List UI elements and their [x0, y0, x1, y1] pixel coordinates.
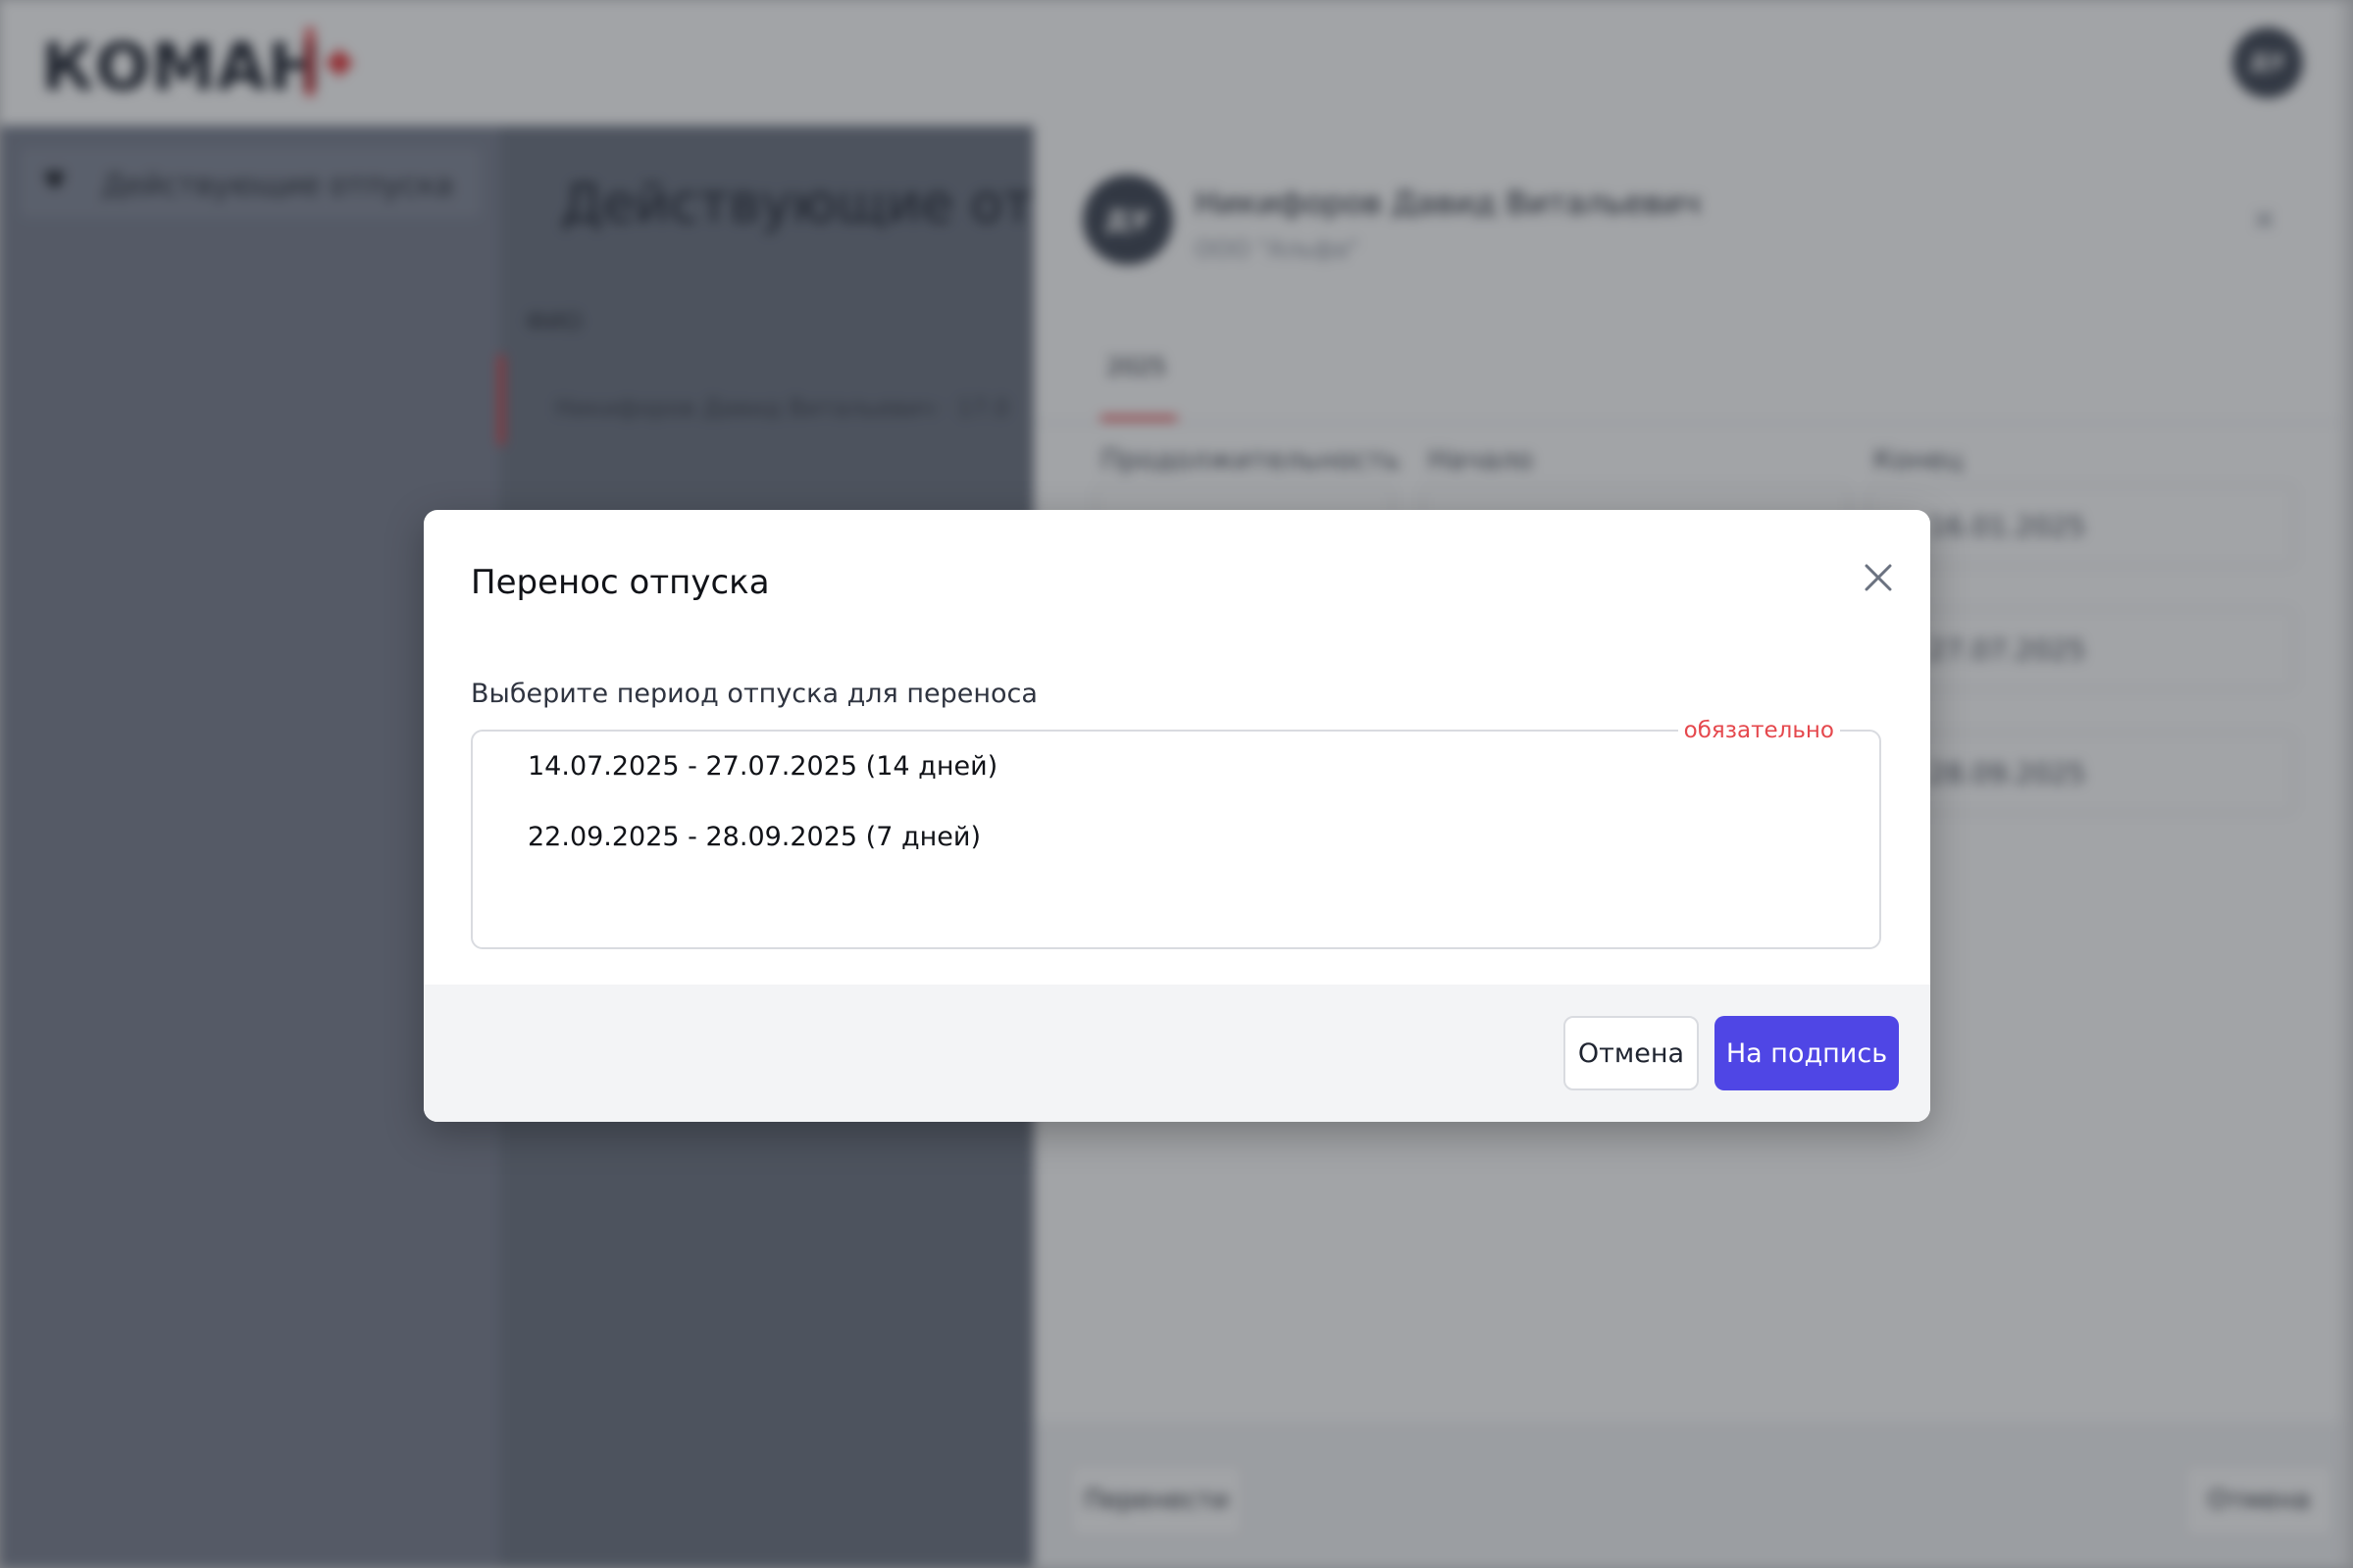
- close-button[interactable]: [1854, 553, 1903, 602]
- close-icon: [1865, 564, 1892, 591]
- period-option[interactable]: 14.07.2025 - 27.07.2025 (14 дней): [528, 751, 997, 782]
- period-listbox[interactable]: обязательно 14.07.2025 - 27.07.2025 (14 …: [471, 718, 1881, 949]
- cancel-button[interactable]: Отмена: [1563, 1016, 1699, 1090]
- transfer-vacation-dialog: Перенос отпуска Выберите период отпуска …: [424, 510, 1930, 1122]
- dialog-title: Перенос отпуска: [471, 563, 770, 602]
- send-for-signature-label: На подпись: [1725, 1037, 1888, 1069]
- send-for-signature-button[interactable]: На подпись: [1714, 1016, 1899, 1090]
- period-select-label: Выберите период отпуска для переноса: [471, 679, 1038, 709]
- dialog-footer: Отмена На подпись: [424, 985, 1930, 1122]
- cancel-button-label: Отмена: [1577, 1037, 1685, 1069]
- period-option[interactable]: 22.09.2025 - 28.09.2025 (7 дней): [528, 822, 981, 852]
- required-hint: обязательно: [1677, 718, 1840, 743]
